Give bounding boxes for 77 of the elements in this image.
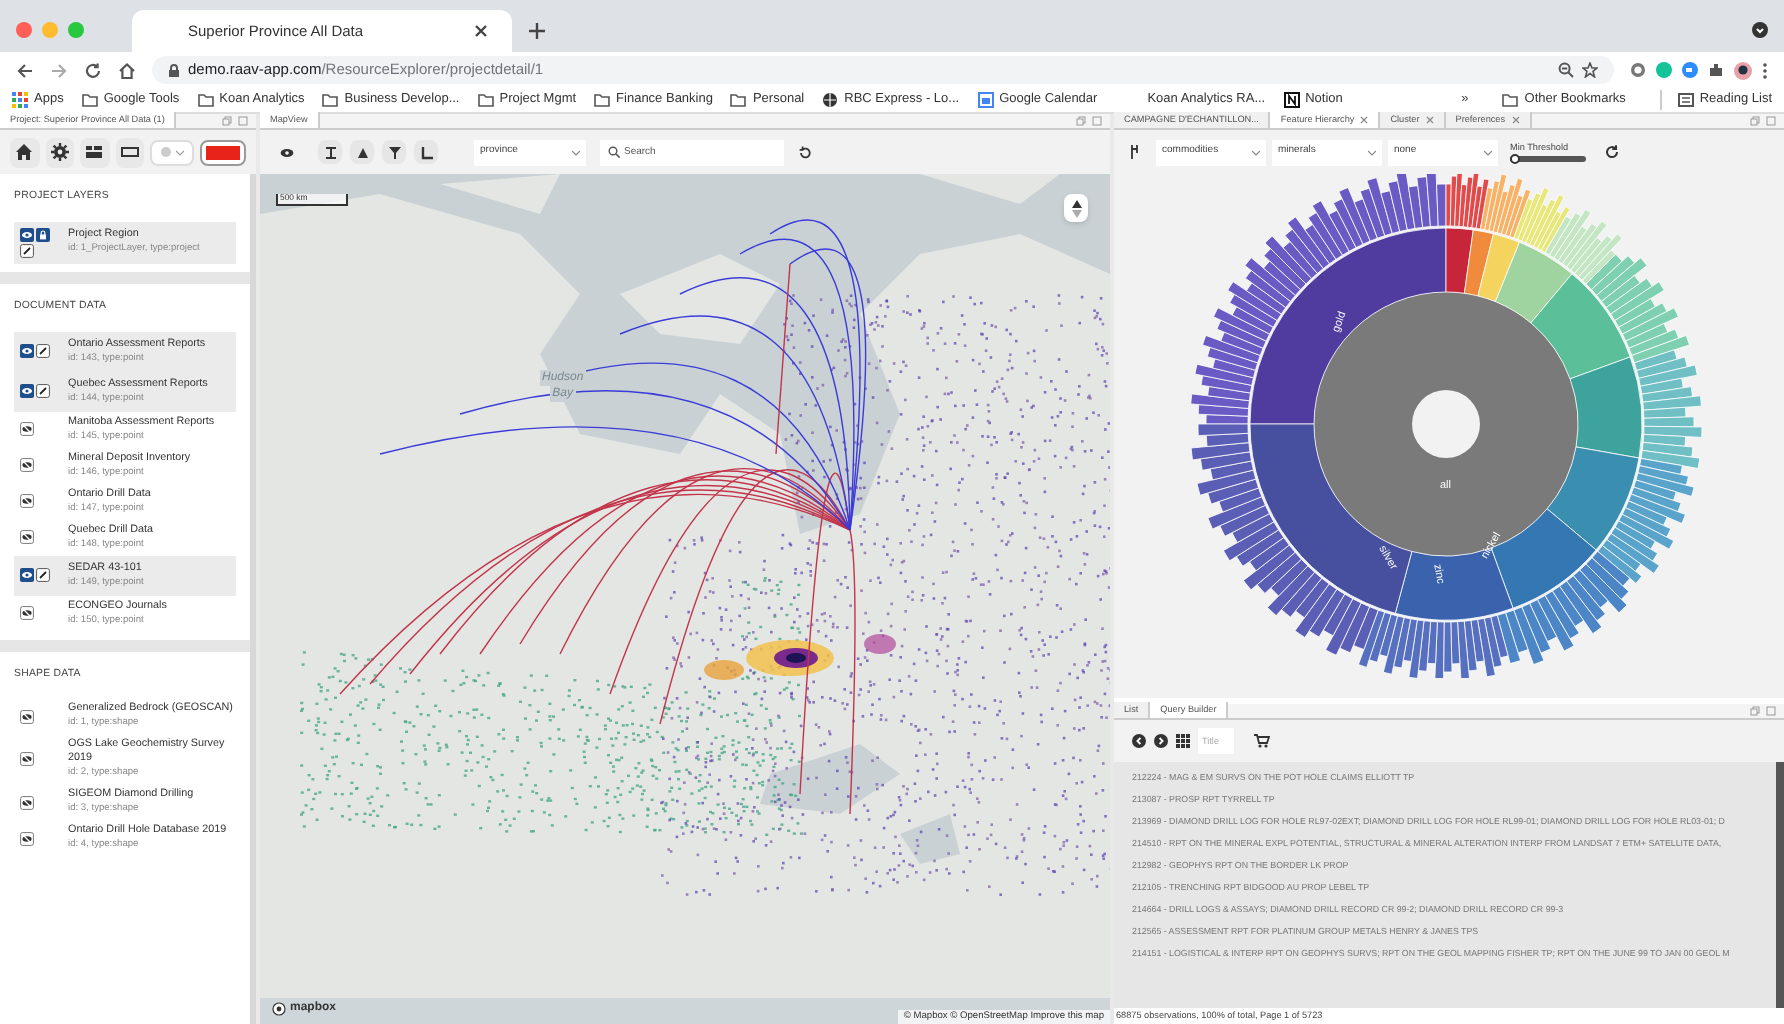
next-icon[interactable] xyxy=(1154,734,1168,748)
previous-icon[interactable] xyxy=(1132,734,1146,748)
layout-button[interactable] xyxy=(80,137,110,167)
cart-icon[interactable] xyxy=(1254,734,1270,748)
folder-icon[interactable] xyxy=(730,92,747,108)
hierarchy-icon[interactable] xyxy=(1130,144,1142,160)
eye-icon[interactable] xyxy=(20,384,34,399)
grid-icon[interactable] xyxy=(1176,734,1190,748)
reload-icon[interactable] xyxy=(84,61,102,79)
close-icon[interactable] xyxy=(474,24,488,38)
hidden-eye-icon[interactable] xyxy=(20,831,34,846)
reading-list-icon[interactable] xyxy=(1677,92,1694,108)
threshold-slider[interactable] xyxy=(1510,156,1586,163)
hidden-eye-icon[interactable] xyxy=(20,494,34,509)
rectangle-button[interactable] xyxy=(115,137,145,167)
axis-button[interactable] xyxy=(414,140,438,164)
slider-thumb[interactable] xyxy=(1510,153,1520,164)
new-tab-icon[interactable] xyxy=(528,22,546,40)
pencil-icon[interactable] xyxy=(36,568,50,583)
eye-icon xyxy=(279,145,293,159)
gear-button[interactable] xyxy=(45,137,75,167)
eye-icon[interactable] xyxy=(20,568,34,583)
lock-icon xyxy=(168,63,180,77)
pencil-icon[interactable] xyxy=(36,344,50,359)
hidden-eye-icon[interactable] xyxy=(20,530,34,545)
gear-icon xyxy=(49,142,70,162)
folder-icon[interactable] xyxy=(477,92,494,108)
avatar-icon[interactable] xyxy=(1734,61,1752,79)
logo-icon xyxy=(272,1002,286,1016)
puzzle-icon[interactable] xyxy=(1708,62,1724,78)
star-icon[interactable] xyxy=(1582,62,1598,78)
eye-icon[interactable] xyxy=(20,227,34,242)
menu-icon[interactable] xyxy=(1762,61,1768,79)
shape-icon xyxy=(355,145,369,159)
select-button[interactable] xyxy=(318,140,342,164)
home-icon[interactable] xyxy=(118,61,136,79)
eye-icon[interactable] xyxy=(20,344,34,359)
hidden-eye-icon[interactable] xyxy=(20,458,34,473)
hidden-eye-icon[interactable] xyxy=(20,795,34,810)
search-icon xyxy=(608,146,620,158)
refresh-icon[interactable] xyxy=(1604,144,1620,160)
compass-icon xyxy=(1071,199,1081,217)
pencil-icon[interactable] xyxy=(20,243,34,258)
hidden-eye-icon[interactable] xyxy=(20,752,34,767)
caret-icon xyxy=(1368,149,1376,155)
zoom-out-icon[interactable] xyxy=(1558,62,1574,78)
tab-search-icon[interactable] xyxy=(1752,22,1768,38)
layout-icon xyxy=(84,142,105,162)
caret-icon xyxy=(1252,149,1260,155)
folder-icon[interactable] xyxy=(81,92,98,108)
rectangle-icon xyxy=(119,142,140,162)
hidden-eye-icon[interactable] xyxy=(20,422,34,437)
select-icon xyxy=(323,145,337,159)
folder-icon[interactable] xyxy=(594,92,611,108)
back-icon[interactable] xyxy=(16,61,34,79)
folder-icon[interactable] xyxy=(1502,92,1519,108)
compass-button[interactable] xyxy=(1064,194,1088,222)
axis-icon xyxy=(419,145,433,159)
home-icon xyxy=(14,142,35,162)
lock-icon[interactable] xyxy=(36,227,50,242)
home-button[interactable] xyxy=(10,137,40,167)
notion-icon[interactable] xyxy=(1283,92,1300,108)
caret-icon xyxy=(1484,149,1492,155)
reset-icon[interactable] xyxy=(798,145,812,159)
filter-button[interactable] xyxy=(382,140,406,164)
shape-button[interactable] xyxy=(350,140,374,164)
hidden-eye-icon[interactable] xyxy=(20,606,34,621)
folder-icon[interactable] xyxy=(322,92,339,108)
caret-icon xyxy=(175,149,184,155)
hidden-eye-icon[interactable] xyxy=(20,709,34,724)
filter-icon xyxy=(387,145,401,159)
color-swatch-button[interactable] xyxy=(199,139,247,165)
pencil-icon[interactable] xyxy=(36,384,50,399)
folder-icon[interactable] xyxy=(197,92,214,108)
caret-icon xyxy=(572,149,580,155)
extension-icon[interactable] xyxy=(1682,62,1698,78)
calendar-icon[interactable] xyxy=(977,92,994,108)
